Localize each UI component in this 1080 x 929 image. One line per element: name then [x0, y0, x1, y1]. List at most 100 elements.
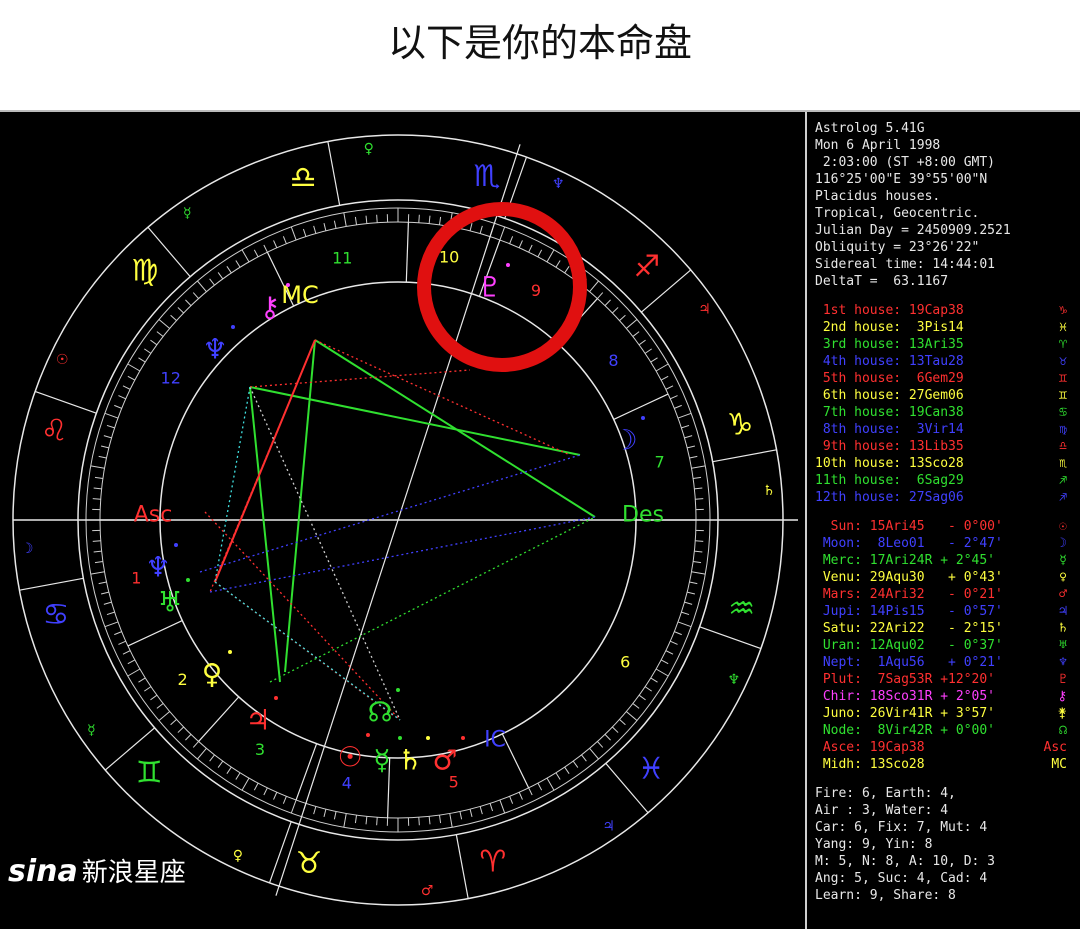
degree-tick: [565, 767, 569, 774]
degree-tick: [236, 773, 240, 780]
degree-tick: [565, 266, 569, 273]
degree-tick: [695, 541, 703, 542]
degree-tick: [605, 300, 611, 306]
panel-divider: [805, 112, 807, 929]
degree-tick: [93, 541, 101, 542]
aspect-line: [285, 340, 315, 672]
degree-tick: [639, 695, 645, 700]
degree-tick: [656, 364, 668, 371]
house-row: 4th house: 13Tau28♉: [815, 353, 1077, 370]
degree-tick: [283, 796, 286, 803]
symbol-icon: Asc: [1044, 739, 1067, 756]
degree-tick: [227, 767, 231, 774]
degree-tick: [538, 250, 542, 257]
degree-tick: [612, 727, 618, 733]
planet-marker: [641, 416, 645, 420]
degree-tick: [128, 669, 140, 676]
degree-tick: [114, 405, 121, 408]
symbol-icon: ♀: [1059, 569, 1067, 586]
degree-tick: [242, 250, 249, 262]
degree-tick: [314, 226, 316, 234]
degree-tick: [661, 376, 668, 380]
house-number: 10: [439, 247, 459, 266]
degree-tick: [556, 260, 560, 267]
degree-tick: [107, 612, 115, 614]
sign-ruler-icon: ♆: [727, 672, 740, 688]
planet-row: Mars: 24Ari32 - 0°21'♂: [815, 586, 1077, 603]
degree-tick: [95, 477, 103, 478]
planet-icon: ♃: [245, 704, 270, 737]
degree-tick: [355, 815, 356, 823]
symbol-icon: ♇: [1059, 671, 1067, 688]
degree-tick: [185, 734, 191, 740]
degree-tick: [157, 332, 163, 337]
degree-tick: [227, 266, 231, 273]
degree-tick: [693, 561, 701, 562]
planet-icon: ☿: [373, 744, 390, 777]
info-line: DeltaT = 63.1167: [815, 273, 1077, 290]
planet-icon: ♄: [397, 744, 422, 777]
planet-icon: ♆: [145, 551, 170, 584]
degree-tick: [519, 792, 522, 799]
degree-tick: [419, 215, 420, 223]
degree-tick: [193, 741, 198, 747]
symbol-icon: ♊: [1059, 370, 1067, 387]
degree-tick: [264, 788, 268, 795]
degree-tick: [500, 227, 505, 240]
planet-row: Satu: 22Ari22 - 2°15'♄: [815, 620, 1077, 637]
sign-ruler-icon: ♃: [698, 301, 711, 317]
summary-line: Ang: 5, Suc: 4, Cad: 4: [815, 870, 1077, 887]
house-cusp: [128, 621, 182, 646]
degree-tick: [159, 319, 170, 328]
symbol-icon: ♓: [1059, 319, 1067, 336]
degree-tick: [605, 734, 611, 740]
degree-tick: [547, 778, 554, 790]
degree-tick: [171, 315, 177, 320]
zodiac-sign-icon: ♎: [290, 160, 317, 195]
planet-marker: [228, 650, 232, 654]
aspect-line: [250, 370, 470, 387]
symbol-icon: ♍: [1059, 421, 1067, 438]
planet-row: Nept: 1Aqu56 + 0°21'♆: [815, 654, 1077, 671]
degree-tick: [128, 364, 140, 371]
sign-ruler-icon: ☿: [87, 723, 96, 739]
planet-row: Merc: 17Ari24R + 2°45'☿: [815, 552, 1077, 569]
house-number: 4: [342, 774, 352, 793]
degree-tick: [118, 641, 125, 644]
degree-tick: [651, 678, 658, 682]
degree-tick: [480, 806, 482, 814]
degree-tick: [661, 660, 668, 664]
planet-row: Venu: 29Aqu30 + 0°43'♀: [815, 569, 1077, 586]
house-number: 3: [255, 740, 265, 759]
degree-tick: [264, 245, 268, 252]
house-cusp: [406, 222, 408, 282]
sign-divider: [328, 141, 340, 205]
zodiac-sign-icon: ♑: [727, 408, 754, 443]
symbol-icon: ♈: [1059, 336, 1067, 353]
degree-tick: [324, 223, 326, 231]
degree-tick: [529, 788, 533, 795]
symbol-icon: ♄: [1059, 620, 1067, 637]
degree-tick: [691, 466, 705, 468]
degree-tick: [254, 783, 258, 790]
degree-tick: [684, 436, 692, 438]
planet-marker: [286, 283, 290, 287]
info-panel: Astrolog 5.41GMon 6 April 1998 2:03:00 (…: [815, 120, 1077, 904]
degree-tick: [674, 632, 681, 635]
degree-tick: [105, 622, 118, 627]
planet-icon: ☽: [612, 424, 637, 457]
zodiac-sign-icon: ♊: [136, 756, 163, 791]
sina-watermark: sina新浪星座: [8, 852, 186, 889]
info-line: Astrolog 5.41G: [815, 120, 1077, 137]
degree-tick: [159, 712, 170, 721]
degree-tick: [334, 221, 336, 229]
sign-ruler-icon: ♀: [233, 848, 243, 864]
degree-tick: [123, 651, 130, 655]
degree-tick: [193, 293, 198, 299]
asc-label: Asc: [134, 503, 173, 528]
degree-tick: [439, 815, 440, 823]
degree-tick: [419, 817, 420, 825]
house-row: 11th house: 6Sag29♐: [815, 472, 1077, 489]
degree-tick: [144, 349, 151, 353]
degree-tick: [324, 809, 326, 817]
